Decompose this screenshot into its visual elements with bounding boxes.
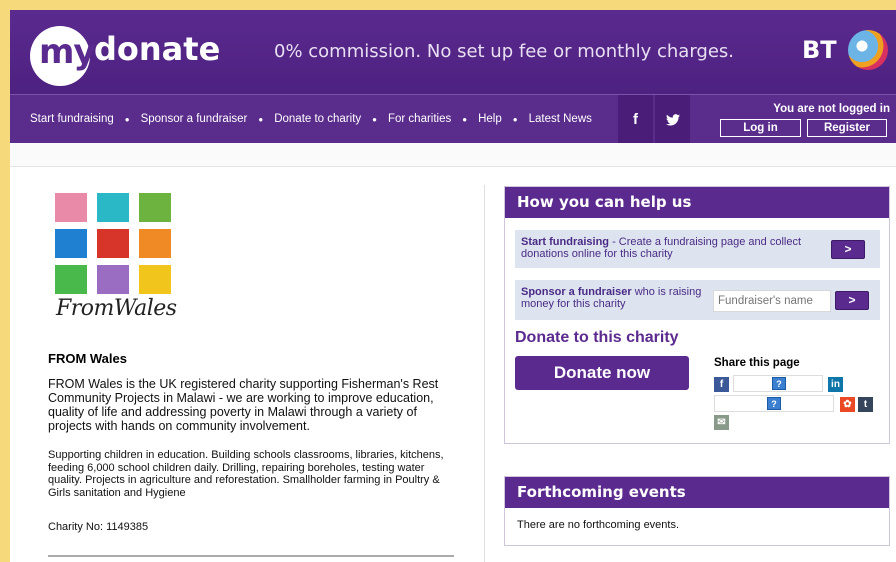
start-fundraising-go-button[interactable]: > [831, 240, 865, 259]
nav-links: Start fundraising ● Sponsor a fundraiser… [30, 113, 592, 125]
logo-tile-blue [55, 229, 87, 258]
charity-logo-text: FromWales [56, 296, 177, 321]
share-title: Share this page [714, 357, 800, 369]
header-tagline: 0% commission. No set up fee or monthly … [274, 41, 735, 62]
sponsor-fundraiser-link[interactable]: Sponsor a fundraiser [521, 286, 632, 298]
events-panel: Forthcoming events There are no forthcom… [504, 476, 890, 546]
twitter-icon[interactable] [655, 95, 690, 144]
help-icon[interactable]: ? [767, 397, 781, 410]
nav-latest-news[interactable]: Latest News [529, 113, 592, 125]
main-nav: Start fundraising ● Sponsor a fundraiser… [10, 94, 896, 144]
logo-tile-yellow [139, 265, 171, 294]
events-panel-title: Forthcoming events [505, 477, 889, 508]
facebook-icon[interactable]: f [618, 95, 653, 144]
nav-for-charities[interactable]: For charities [388, 113, 451, 125]
sponsor-go-button[interactable]: > [835, 291, 869, 310]
facebook-share-count: ? [733, 375, 823, 392]
column-divider [484, 185, 485, 562]
logo-tile-orange [139, 229, 171, 258]
nav-donate-to-charity[interactable]: Donate to charity [274, 113, 361, 125]
logo-tile-teal [97, 193, 129, 222]
email-share-icon[interactable]: ✉ [714, 415, 729, 430]
logo-donate-text[interactable]: donate [94, 30, 220, 68]
subheader-strip [10, 143, 896, 167]
start-fundraising-text: Start fundraising - Create a fundraising… [521, 236, 821, 260]
site-header: my donate 0% commission. No set up fee o… [10, 10, 896, 94]
login-status-text: You are not logged in [773, 103, 890, 115]
nav-separator-icon: ● [462, 114, 468, 124]
nav-separator-icon: ● [258, 114, 264, 124]
nav-separator-icon: ● [124, 114, 130, 124]
no-events-text: There are no forthcoming events. [517, 519, 680, 531]
logo-tile-red [97, 229, 129, 258]
logo-tile-green [139, 193, 171, 222]
start-fundraising-row: Start fundraising - Create a fundraising… [515, 230, 880, 268]
logo-tile-lime [55, 265, 87, 294]
logo-tile-pink [55, 193, 87, 222]
nav-sponsor-fundraiser[interactable]: Sponsor a fundraiser [141, 113, 248, 125]
charity-number: Charity No: 1149385 [48, 521, 149, 533]
register-button[interactable]: Register [807, 119, 887, 137]
donate-heading: Donate to this charity [515, 329, 679, 346]
login-button[interactable]: Log in [720, 119, 801, 137]
help-panel-title: How you can help us [505, 187, 889, 218]
donate-now-button[interactable]: Donate now [515, 356, 689, 390]
facebook-share-icon[interactable]: f [714, 377, 729, 392]
help-icon[interactable]: ? [772, 377, 786, 390]
logo-my-text[interactable]: my [39, 32, 96, 72]
start-fundraising-link[interactable]: Start fundraising [521, 236, 609, 248]
charity-name: FROM Wales [48, 351, 127, 366]
logo-tile-purple [97, 265, 129, 294]
bt-globe-icon [848, 30, 888, 70]
tumblr-share-icon[interactable]: t [858, 397, 873, 412]
nav-separator-icon: ● [372, 114, 377, 124]
nav-separator-icon: ● [512, 114, 518, 124]
share-count-box: ? [714, 395, 834, 412]
sponsor-text: Sponsor a fundraiser who is raising mone… [521, 286, 711, 310]
help-panel: How you can help us Start fundraising - … [504, 186, 890, 444]
nav-start-fundraising[interactable]: Start fundraising [30, 113, 114, 125]
nav-help[interactable]: Help [478, 113, 502, 125]
stumbleupon-share-icon[interactable]: ✿ [840, 397, 855, 412]
linkedin-share-icon[interactable]: in [828, 377, 843, 392]
page-frame: my donate 0% commission. No set up fee o… [10, 10, 896, 562]
sponsor-row: Sponsor a fundraiser who is raising mone… [515, 280, 880, 320]
left-divider [48, 555, 454, 557]
fundraiser-name-input[interactable] [713, 290, 831, 312]
charity-details: Supporting children in education. Buildi… [48, 449, 444, 499]
charity-description: FROM Wales is the UK registered charity … [48, 377, 439, 433]
bt-logo[interactable]: BT [802, 36, 837, 64]
